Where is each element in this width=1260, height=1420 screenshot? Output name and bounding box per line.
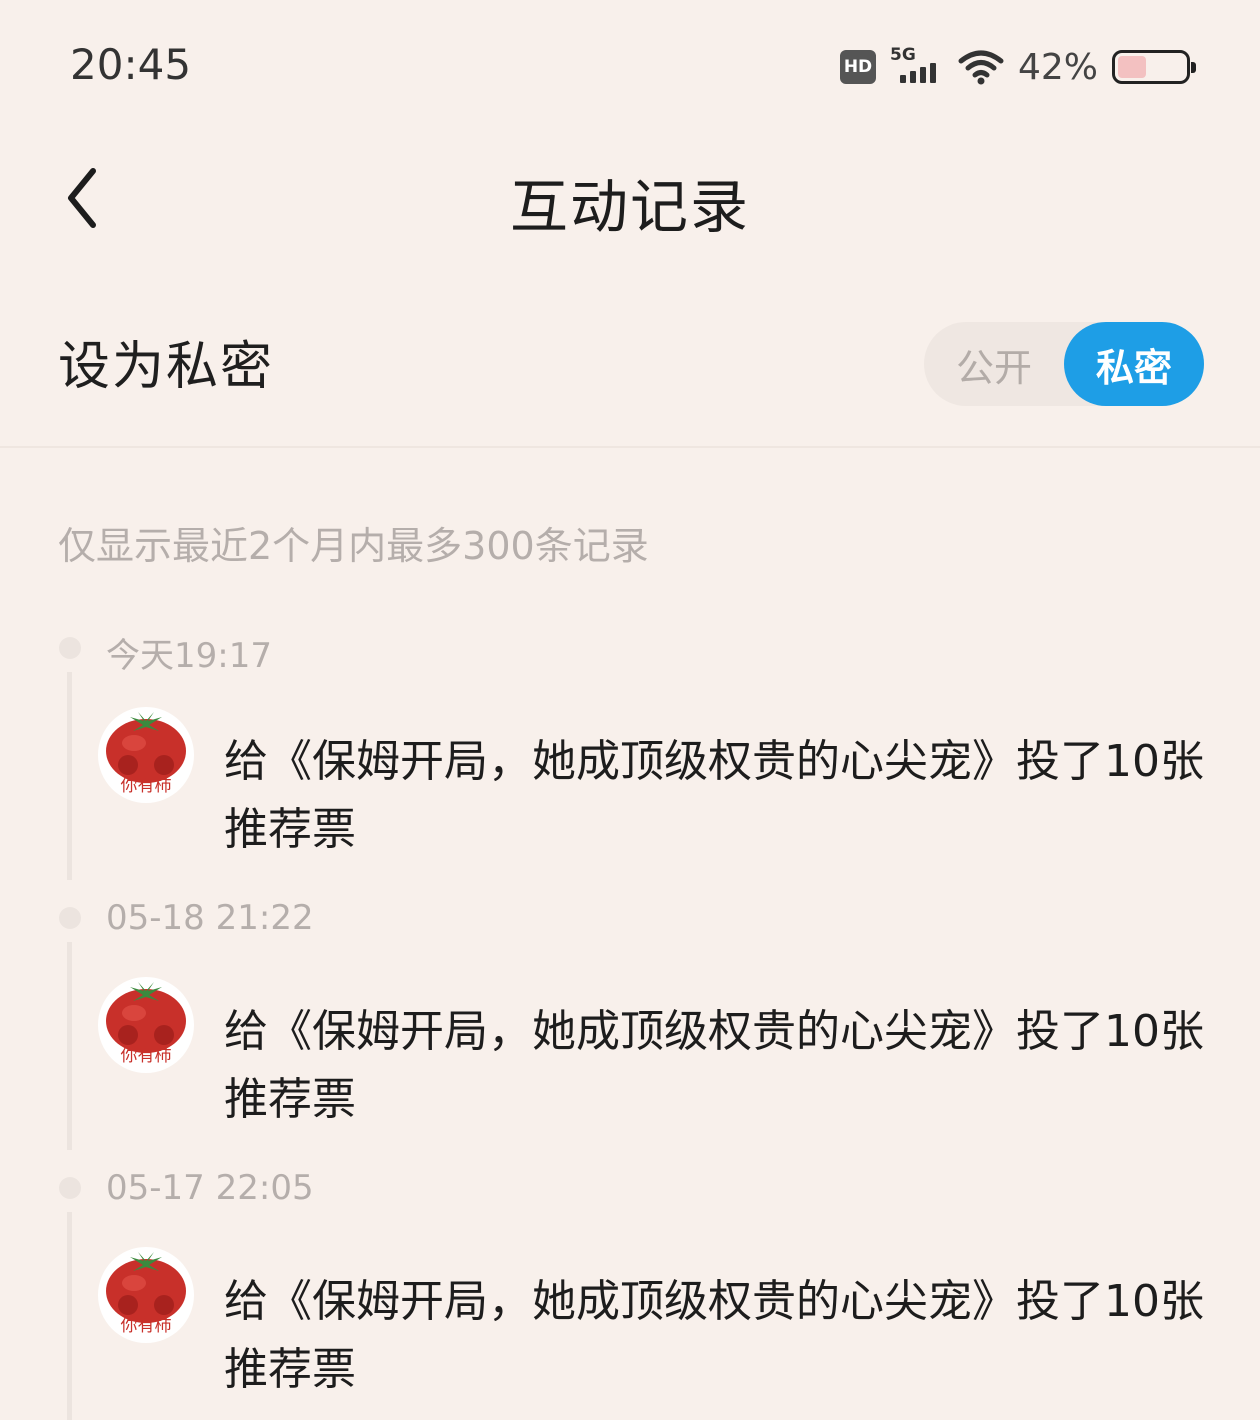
avatar[interactable]: 你有柿 — [98, 977, 194, 1073]
avatar[interactable]: 你有柿 — [98, 707, 194, 803]
avatar-caption: 你有柿 — [121, 1046, 172, 1066]
record-text: 给《保姆开局，她成顶级权贵的心尖宠》投了10张推荐票 — [224, 736, 1204, 855]
status-bar: 20:45 HD 5G 42% — [0, 0, 1260, 130]
battery-icon — [1112, 50, 1196, 84]
status-time: 20:45 — [70, 40, 192, 89]
record-text: 给《保姆开局，她成顶级权贵的心尖宠》投了10张推荐票 — [224, 1006, 1204, 1125]
record-time: 今天19:17 — [106, 636, 272, 676]
list-item: 05-17 22:05 你有柿 给《保姆开局，她成顶级权贵的心尖宠》投了10张推… — [0, 1150, 1260, 1420]
public-option[interactable]: 公开 — [924, 322, 1064, 406]
record-text: 给《保姆开局，她成顶级权贵的心尖宠》投了10张推荐票 — [224, 1276, 1204, 1395]
battery-percent: 42% — [1017, 46, 1098, 88]
hd-icon: HD — [839, 50, 876, 84]
avatar-caption: 你有柿 — [121, 776, 172, 796]
timeline-line — [67, 942, 72, 1150]
avatar[interactable]: 你有柿 — [98, 1247, 194, 1343]
timeline-dot — [59, 1177, 81, 1199]
privacy-toggle[interactable]: 公开 私密 — [924, 322, 1204, 406]
nav-bar: 互动记录 — [0, 140, 1260, 250]
record-timeline: 今天19:17 你有柿 给《保姆开局，她成顶级权贵的心尖宠》投了10张推荐票 0… — [0, 610, 1260, 1420]
timeline-line — [67, 1212, 72, 1420]
private-option[interactable]: 私密 — [1064, 322, 1204, 406]
status-icons: HD 5G 42% — [839, 44, 1196, 90]
cellular-signal-icon: 5G — [889, 45, 944, 87]
tomato-avatar-icon: 你有柿 — [99, 1248, 193, 1342]
wifi-icon — [958, 50, 1004, 85]
timeline-line — [67, 672, 72, 880]
timeline-dot — [59, 637, 81, 659]
tomato-avatar-icon: 你有柿 — [99, 708, 193, 802]
tomato-avatar-icon: 你有柿 — [99, 978, 193, 1072]
privacy-setting-row: 设为私密 公开 私密 — [0, 290, 1260, 448]
record-time: 05-17 22:05 — [106, 1168, 314, 1208]
avatar-caption: 你有柿 — [121, 1316, 172, 1336]
page-title: 互动记录 — [509, 173, 750, 241]
timeline-dot — [59, 907, 81, 929]
network-type: 5G — [889, 45, 916, 65]
record-time: 05-18 21:22 — [106, 898, 314, 938]
battery-level — [1118, 56, 1146, 78]
list-item: 今天19:17 你有柿 给《保姆开局，她成顶级权贵的心尖宠》投了10张推荐票 — [0, 610, 1260, 880]
privacy-label: 设为私密 — [58, 337, 275, 397]
records-hint: 仅显示最近2个月内最多300条记录 — [58, 524, 649, 568]
list-item: 05-18 21:22 你有柿 给《保姆开局，她成顶级权贵的心尖宠》投了10张推… — [0, 880, 1260, 1150]
